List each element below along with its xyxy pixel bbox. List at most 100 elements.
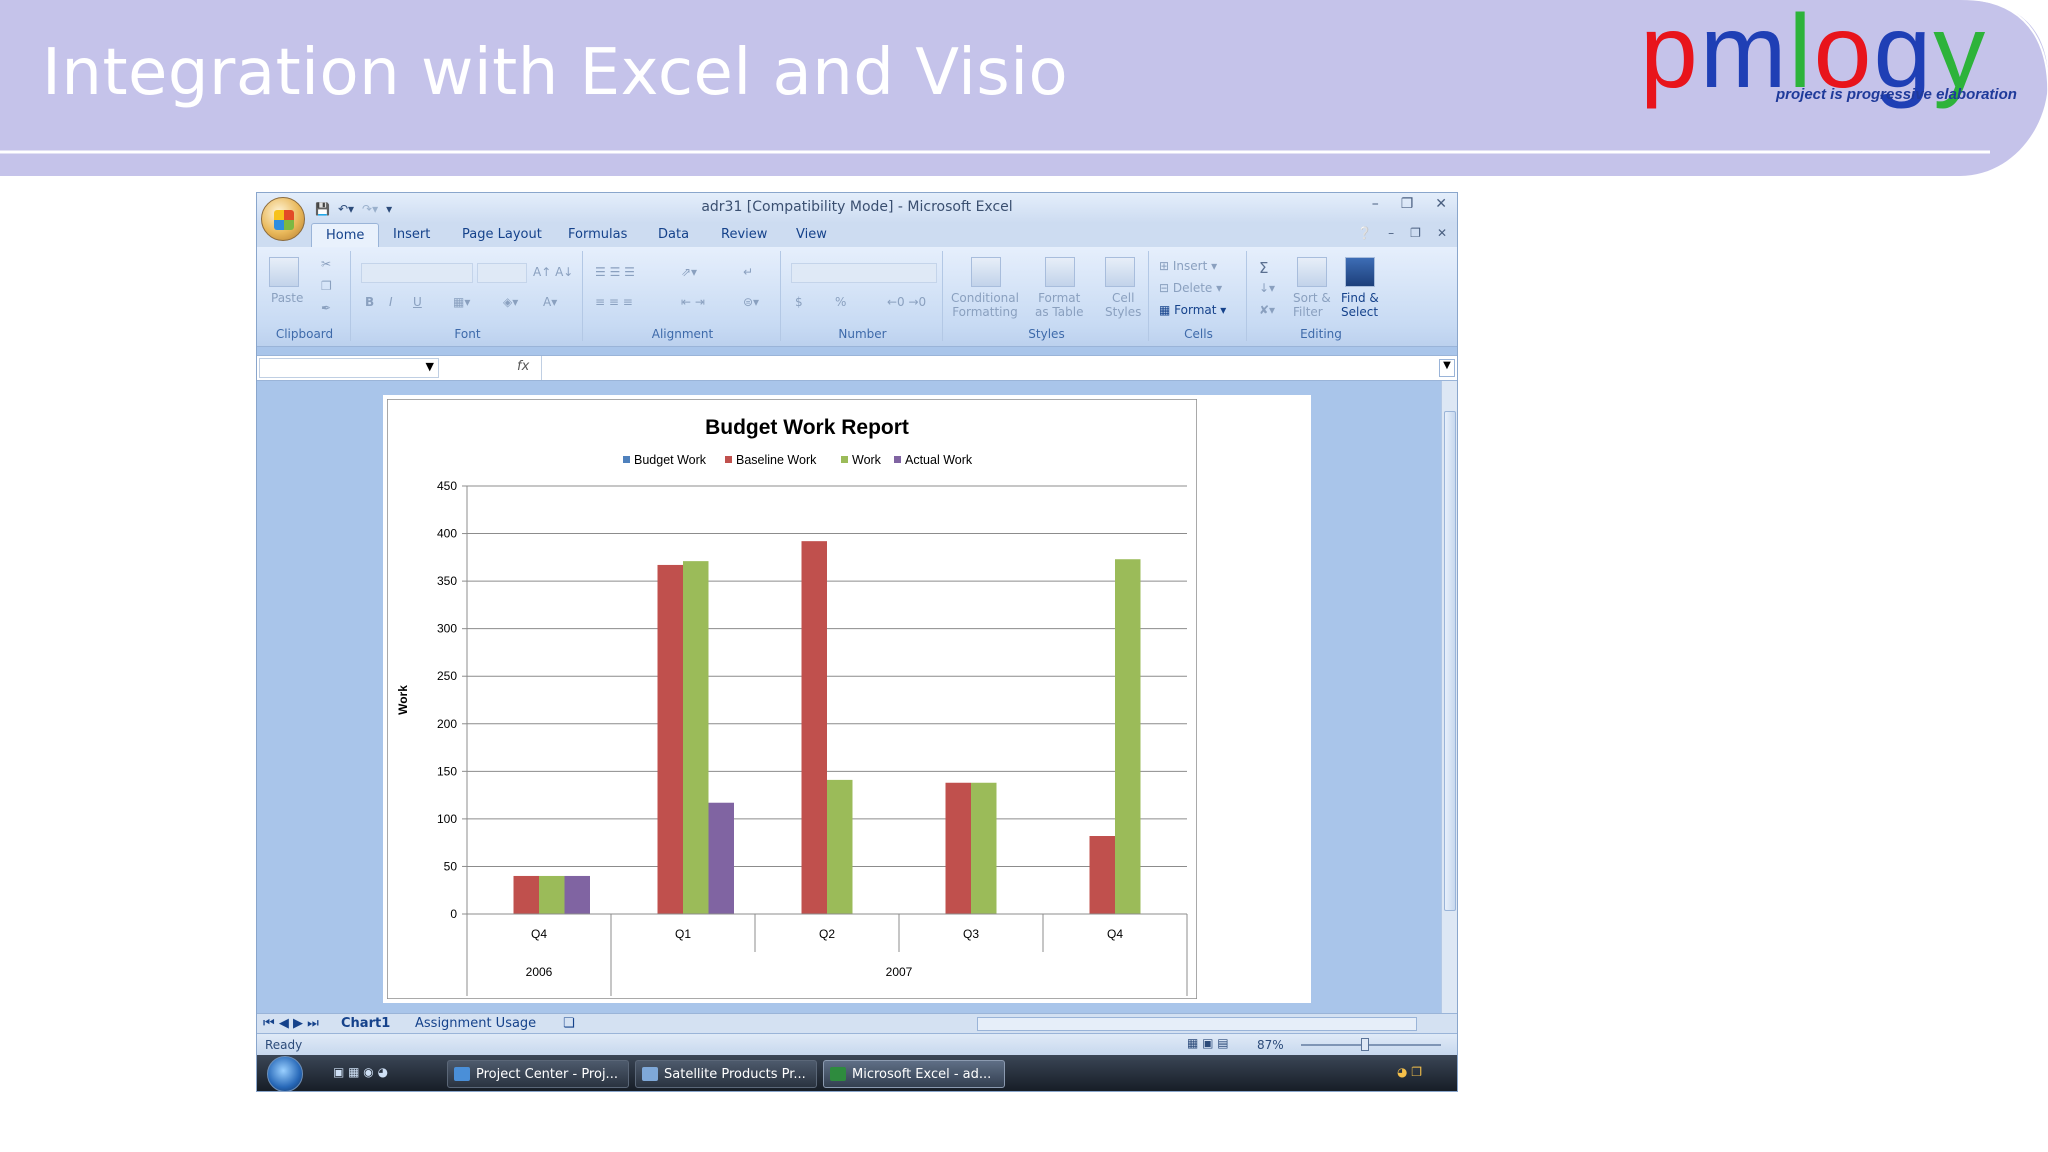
- legend-swatch: [841, 456, 848, 463]
- sheet-nav-icon[interactable]: ⏮ ◀ ▶ ⏭: [263, 1016, 319, 1031]
- cut-icon[interactable]: ✂: [321, 257, 331, 271]
- percent-button[interactable]: %: [835, 295, 846, 309]
- ribbon-minimize-icon[interactable]: –: [1388, 226, 1394, 240]
- taskbar-item-satellite-products[interactable]: Satellite Products Pr...: [635, 1060, 817, 1088]
- bold-button[interactable]: B: [365, 295, 374, 309]
- cell-styles-icon[interactable]: [1105, 257, 1135, 287]
- sort-filter-icon[interactable]: [1297, 257, 1327, 287]
- close-icon[interactable]: ✕: [1435, 196, 1447, 212]
- sheet-tab-assignment-usage[interactable]: Assignment Usage: [415, 1016, 536, 1031]
- bar: [708, 802, 734, 914]
- minimize-icon[interactable]: –: [1372, 196, 1379, 212]
- align-left-icon[interactable]: ≡ ≡ ≡: [595, 295, 633, 309]
- wrap-text-icon[interactable]: ↵: [743, 265, 753, 279]
- paste-icon[interactable]: [269, 257, 299, 287]
- clear-icon[interactable]: ✘▾: [1259, 303, 1275, 317]
- zoom-slider[interactable]: [1301, 1044, 1441, 1046]
- paste-label: Paste: [271, 291, 304, 305]
- insert-function-button[interactable]: fx: [517, 359, 529, 374]
- expand-formula-icon[interactable]: ▼: [1439, 359, 1455, 377]
- currency-button[interactable]: $: [795, 295, 803, 309]
- insert-button[interactable]: ⊞ Insert ▾: [1159, 259, 1217, 273]
- fill-color-icon[interactable]: ◈▾: [503, 295, 518, 309]
- name-box-dropdown-icon[interactable]: ▼: [426, 360, 434, 373]
- restore-icon[interactable]: ❐: [1401, 196, 1414, 212]
- group-cells: ⊞ Insert ▾ ⊟ Delete ▾ ▦ Format ▾ Cells: [1151, 251, 1247, 341]
- chart-area[interactable]: Budget Work Report Budget Work Baseline Wo…: [387, 399, 1197, 999]
- tab-page-layout[interactable]: Page Layout: [462, 227, 542, 242]
- ribbon-close-icon[interactable]: ✕: [1437, 226, 1447, 240]
- tab-review[interactable]: Review: [721, 227, 767, 242]
- binoculars-icon[interactable]: [1345, 257, 1375, 287]
- legend-swatch: [894, 456, 901, 463]
- font-size-select[interactable]: [477, 263, 527, 283]
- vertical-scrollbar[interactable]: [1441, 381, 1457, 1013]
- x-tick-label: Q1: [675, 927, 691, 941]
- window-title: adr31 [Compatibility Mode] - Microsoft E…: [701, 199, 1013, 215]
- vertical-scroll-thumb[interactable]: [1444, 411, 1456, 911]
- office-button[interactable]: [261, 197, 305, 241]
- grow-font-icon[interactable]: A↑ A↓: [533, 265, 573, 279]
- x-group-label: 2007: [886, 965, 913, 979]
- legend-label: Work: [852, 453, 882, 467]
- slide: Integration with Excel and Visio pmlogy …: [0, 0, 2048, 1152]
- autosum-button[interactable]: Σ: [1259, 259, 1268, 277]
- sort-filter-button[interactable]: Sort & Filter: [1293, 291, 1331, 319]
- alignment-label: Alignment: [651, 327, 714, 341]
- tab-home[interactable]: Home: [311, 223, 380, 247]
- number-format-select[interactable]: [791, 263, 937, 283]
- format-painter-icon[interactable]: ✒: [321, 301, 331, 315]
- y-tick-label: 300: [437, 622, 457, 636]
- merge-center-icon[interactable]: ⊜▾: [743, 295, 759, 309]
- copy-icon[interactable]: ❐: [321, 279, 332, 293]
- orientation-icon[interactable]: ⇗▾: [681, 265, 697, 279]
- tab-formulas[interactable]: Formulas: [568, 227, 627, 242]
- tray-icons[interactable]: ◕ ❐: [1397, 1065, 1422, 1079]
- format-button[interactable]: ▦ Format ▾: [1159, 303, 1226, 317]
- zoom-slider-thumb[interactable]: [1361, 1038, 1369, 1051]
- indent-icon[interactable]: ⇤ ⇥: [681, 295, 705, 309]
- x-tick-label: Q2: [819, 927, 835, 941]
- legend-label: Budget Work: [634, 453, 707, 467]
- ribbon: Paste ✂ ❐ ✒ Clipboard A↑ A↓ B I U ▦▾ ◈▾ …: [257, 247, 1457, 347]
- conditional-formatting-button[interactable]: Conditional Formatting: [951, 291, 1019, 319]
- office-logo-icon: [274, 210, 294, 230]
- italic-button[interactable]: I: [389, 295, 393, 309]
- quick-launch-icons[interactable]: ▣ ▦ ◉ ◕: [333, 1065, 388, 1079]
- find-select-button[interactable]: Find & Select: [1341, 291, 1379, 319]
- delete-button[interactable]: ⊟ Delete ▾: [1159, 281, 1222, 295]
- help-icon[interactable]: ❔: [1357, 226, 1372, 240]
- sheet-tab-chart1[interactable]: Chart1: [341, 1016, 390, 1031]
- align-top-icon[interactable]: ☰ ☰ ☰: [595, 265, 635, 279]
- fill-icon[interactable]: ↓▾: [1259, 281, 1275, 295]
- taskbar-item-label: Satellite Products Pr...: [664, 1067, 806, 1082]
- cell-styles-button[interactable]: Cell Styles: [1105, 291, 1141, 319]
- ribbon-restore-icon[interactable]: ❐: [1410, 226, 1421, 240]
- format-as-table-icon[interactable]: [1045, 257, 1075, 287]
- tab-insert[interactable]: Insert: [393, 227, 430, 242]
- borders-icon[interactable]: ▦▾: [453, 295, 470, 309]
- formula-input[interactable]: [541, 356, 1441, 380]
- decimal-icon[interactable]: ←0 →0: [887, 295, 926, 309]
- font-label: Font: [454, 327, 481, 341]
- excel-icon: [830, 1067, 846, 1081]
- font-color-icon[interactable]: A▾: [543, 295, 557, 309]
- format-as-table-button[interactable]: Format as Table: [1035, 291, 1083, 319]
- insert-sheet-icon[interactable]: ❏: [563, 1016, 575, 1031]
- ribbon-tabs: Home Insert Page Layout Formulas Data Re…: [257, 223, 1457, 247]
- view-buttons-icon[interactable]: ▦ ▣ ▤: [1187, 1036, 1229, 1050]
- name-box[interactable]: ▼: [259, 358, 439, 378]
- x-tick-label: Q3: [963, 927, 979, 941]
- start-button[interactable]: [267, 1056, 303, 1091]
- number-label: Number: [838, 327, 887, 341]
- tab-view[interactable]: View: [796, 227, 827, 242]
- x-tick-label: Q4: [531, 927, 547, 941]
- bar: [1115, 559, 1141, 914]
- horizontal-scrollbar[interactable]: [977, 1017, 1417, 1031]
- font-name-select[interactable]: [361, 263, 473, 283]
- conditional-formatting-icon[interactable]: [971, 257, 1001, 287]
- tab-data[interactable]: Data: [658, 227, 689, 242]
- taskbar-item-project-center[interactable]: Project Center - Proj...: [447, 1060, 629, 1088]
- underline-button[interactable]: U: [413, 295, 422, 309]
- taskbar-item-excel[interactable]: Microsoft Excel - ad...: [823, 1060, 1005, 1088]
